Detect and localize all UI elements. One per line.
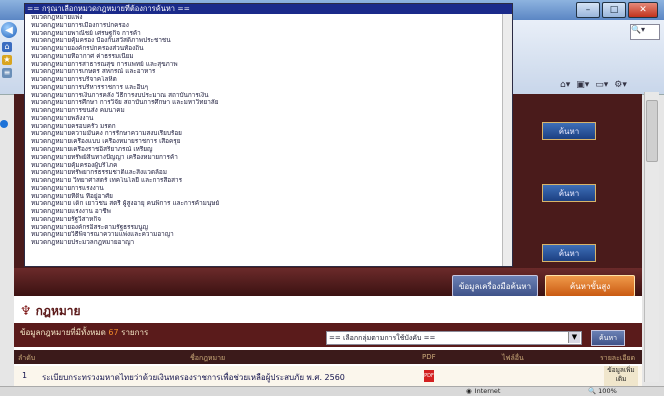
globe-icon: ◉ (466, 387, 472, 395)
dropdown-option[interactable]: หมวดกฎหมายการเมืองการปกครอง (25, 22, 512, 30)
close-button[interactable]: ✕ (628, 2, 658, 18)
law-title-text: กฎหมาย (35, 304, 81, 318)
zone-label: Internet (474, 387, 501, 395)
law-summary: ข้อมูลกฎหมายที่มีทั้งหมด 67 รายการ (20, 326, 148, 339)
home-icon[interactable]: ⌂▾ (560, 80, 570, 90)
command-bar: ⌂▾ ▣▾ ▭▾ ⚙▾ (560, 80, 627, 90)
dropdown-option[interactable]: หมวดกฎหมายพลังงาน (25, 115, 512, 123)
dropdown-selected-option[interactable]: == กรุณาเลือกหมวดกฎหมายที่ต้องการค้นหา =… (25, 4, 512, 14)
table-header: ลำดับ ชื่อกฎหมาย PDF ไฟล์อื่น รายละเอียด (14, 350, 642, 364)
search-input[interactable]: 🔍▾ (630, 24, 660, 40)
dropdown-option[interactable]: หมวดกฎหมายคุ้มครอง ป้องกันสวัสดิภาพประชา… (25, 37, 512, 45)
print-icon[interactable]: ▣▾ (576, 80, 589, 90)
advanced-search-button[interactable]: ค้นหาขั้นสูง (545, 275, 635, 297)
dropdown-option[interactable]: หมวดกฎหมายคุ้มครองผู้บริโภค (25, 162, 512, 170)
type-select[interactable]: == เลือกกลุ่มตามการใช้บังคับ == (326, 331, 582, 345)
maximize-button[interactable]: □ (602, 2, 626, 18)
doc-tools-button[interactable]: ข้อมูลเครื่องมือค้นหา (452, 275, 538, 297)
pdf-icon[interactable]: PDF (424, 370, 434, 382)
dropdown-option[interactable]: หมวดกฎหมายทรัพยากรธรรมชาติและสิ่งแวดล้อม (25, 169, 512, 177)
search-button-2[interactable]: ค้นหา (542, 184, 596, 202)
dropdown-option[interactable]: หมวดกฎหมายการสาธารณสุข การแพทย์ และสุขภา… (25, 61, 512, 69)
dropdown-option[interactable]: หมวดกฎหมายประมวลกฎหมายอาญา (25, 239, 512, 247)
dropdown-option[interactable]: หมวดกฎหมายทรัพย์สินทางปัญญา เครื่องหมายก… (25, 154, 512, 162)
table-row[interactable]: 1 ระเบียบกระทรวงมหาดไทยว่าด้วยเงินทดรองร… (14, 366, 642, 386)
back-arrow-icon[interactable]: ◀ (1, 22, 17, 38)
dropdown-option[interactable]: หมวดกฎหมายที่อากาศ ค่าธรรมเนียม (25, 53, 512, 61)
dropdown-option[interactable]: หมวดกฎหมายที่ดิน ที่อยู่อาศัย (25, 193, 512, 201)
dropdown-options: หมวดกฎหมายแพ่ง หมวดกฎหมายการเมืองการปกครอ… (25, 14, 512, 247)
minimize-button[interactable]: – (576, 2, 600, 18)
status-zone: ◉ Internet (466, 387, 500, 395)
dropdown-option[interactable]: หมวดกฎหมายการศึกษา การวิจัย สถาบันการศึก… (25, 99, 512, 107)
dropdown-option[interactable]: หมวดกฎหมาย วิทยาศาสตร์ เทคโนโลยี และการส… (25, 177, 512, 185)
dropdown-option[interactable]: หมวดกฎหมายเครื่องราชอิสริยาภรณ์ เหรียญ (25, 146, 512, 154)
tools-icon[interactable]: ⚙▾ (614, 80, 627, 90)
dropdown-option[interactable]: หมวดกฎหมายแพ่ง (25, 14, 512, 22)
dropdown-option[interactable]: หมวดกฎหมายรัฐวิสาหกิจ (25, 216, 512, 224)
dropdown-option[interactable]: หมวดกฎหมายการแรงงาน (25, 185, 512, 193)
dropdown-option[interactable]: หมวดกฎหมายการขนส่ง คมนาคม (25, 107, 512, 115)
dropdown-option[interactable]: หมวดกฎหมายการบริจาคโลหิต (25, 76, 512, 84)
favorites-bar-icons: ⌂ ★ ≡ (2, 42, 14, 81)
page-icon[interactable]: ▭▾ (595, 80, 608, 90)
dropdown-option[interactable]: หมวดกฎหมายวิธีพิจารณาความแพ่งและความอาญา (25, 231, 512, 239)
summary-count: 67 (108, 328, 119, 337)
col-other: ไฟล์อื่น (502, 354, 524, 362)
dropdown-option[interactable]: หมวดกฎหมาย เด็ก เยาวชน สตรี ผู้สูงอายุ ค… (25, 200, 512, 208)
dropdown-option[interactable]: หมวดกฎหมายการเกษตร สหกรณ์ และอาหาร (25, 68, 512, 76)
status-dot-icon (0, 120, 8, 128)
search-button-1[interactable]: ค้นหา (542, 122, 596, 140)
col-number: ลำดับ (18, 354, 36, 362)
col-detail: รายละเอียด (600, 354, 636, 362)
summary-prefix: ข้อมูลกฎหมายที่มีทั้งหมด (20, 328, 106, 337)
dropdown-option[interactable]: หมวดกฎหมายพาณิชย์ เศรษฐกิจ การค้า (25, 30, 512, 38)
home-icon[interactable]: ⌂ (2, 42, 12, 52)
zoom-level[interactable]: 🔍 100% (588, 387, 617, 395)
filter-go-button[interactable]: ค้นหา (591, 330, 625, 346)
col-pdf: PDF (422, 353, 436, 361)
detail-button[interactable]: ข้อมูลเพิ่มเติม (604, 366, 638, 386)
chevron-down-icon[interactable]: ▼ (568, 332, 580, 343)
dropdown-option[interactable]: หมวดกฎหมายองค์กรอิสระตามรัฐธรรมนูญ (25, 224, 512, 232)
col-name: ชื่อกฎหมาย (190, 354, 226, 362)
row-law-name[interactable]: ระเบียบกระทรวงมหาดไทยว่าด้วยเงินทดรองราช… (42, 371, 345, 384)
zoom-value: 100% (598, 387, 617, 395)
dropdown-option[interactable]: หมวดกฎหมายการบริหารราชการ และอื่นๆ (25, 84, 512, 92)
feed-icon[interactable]: ≡ (2, 68, 12, 78)
summary-suffix: รายการ (121, 328, 149, 337)
row-number: 1 (22, 371, 28, 380)
magnifier-icon: 🔍 (588, 387, 597, 395)
dropdown-option[interactable]: หมวดกฎหมายองค์กรปกครองส่วนท้องถิ่น (25, 45, 512, 53)
category-dropdown-list[interactable]: == กรุณาเลือกหมวดกฎหมายที่ต้องการค้นหา =… (24, 3, 513, 267)
dropdown-scrollbar[interactable] (502, 14, 512, 266)
dropdown-option[interactable]: หมวดกฎหมายครอบครัว มรดก (25, 123, 512, 131)
search-button-3[interactable]: ค้นหา (542, 244, 596, 262)
garuda-icon: ♆ (20, 304, 32, 319)
window-controls: – □ ✕ (576, 2, 658, 18)
dropdown-option[interactable]: หมวดกฎหมายความมั่นคง การรักษาความสงบเรีย… (25, 130, 512, 138)
page-scrollbar-thumb[interactable] (646, 100, 658, 162)
dropdown-option[interactable]: หมวดกฎหมายการเงินการคลัง วิธีการงบประมาณ… (25, 92, 512, 100)
dropdown-option[interactable]: หมวดกฎหมายเครื่องแบบ เครื่องหมายราชการ เ… (25, 138, 512, 146)
law-section-title: ♆ กฎหมาย (20, 302, 81, 321)
star-icon[interactable]: ★ (2, 55, 12, 65)
dropdown-option[interactable]: หมวดกฎหมายแรงงาน อาชีพ (25, 208, 512, 216)
